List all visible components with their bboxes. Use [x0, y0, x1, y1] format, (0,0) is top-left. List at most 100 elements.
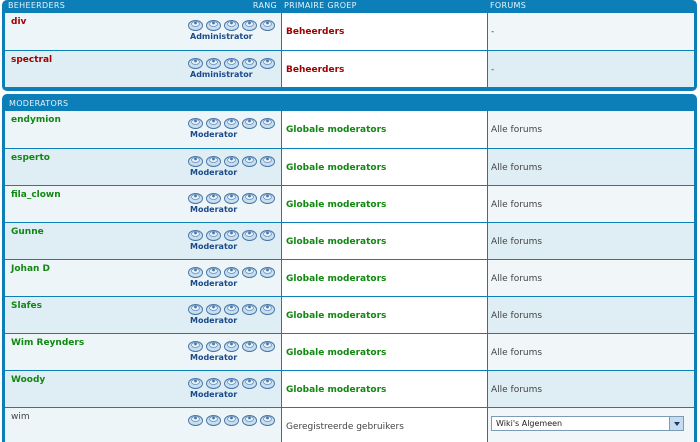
rank-badge: Moderator — [185, 265, 277, 289]
rank-badge: Moderator — [185, 154, 277, 178]
rank-badge: Moderator — [185, 302, 277, 326]
moderators-panel: MODERATORS endymion Moderator Globale mode… — [2, 94, 697, 442]
forums-value: - — [491, 65, 495, 75]
username-link[interactable]: Gunne — [11, 227, 44, 237]
username-link[interactable]: esperto — [11, 153, 50, 163]
username-link[interactable]: spectral — [11, 55, 52, 65]
administrators-panel: BEHEERDERS RANG PRIMAIRE GROEP FORUMS di… — [2, 0, 697, 91]
username-link[interactable]: Woody — [11, 375, 45, 385]
forum-select-value: Wiki's Algemeen — [496, 419, 563, 428]
rank-star-icon — [205, 154, 222, 168]
rank-star-icon — [259, 18, 276, 32]
table-row: Wim Reynders Moderator Globale moderators A… — [5, 333, 694, 370]
rank-star-icon — [223, 56, 240, 70]
group-link[interactable]: Geregistreerde gebruikers — [286, 422, 404, 432]
username-link[interactable]: div — [11, 17, 26, 27]
rank-star-icon — [205, 376, 222, 390]
rank-star-icon — [241, 376, 258, 390]
username-link[interactable]: Johan D — [11, 264, 50, 274]
rank-star-icon — [241, 339, 258, 353]
rank-star-icon — [205, 18, 222, 32]
username-link[interactable]: endymion — [11, 115, 61, 125]
rank-star-icon — [187, 339, 204, 353]
rank-star-icon — [205, 302, 222, 316]
rank-star-icon — [187, 413, 204, 427]
rank-star-icon — [187, 56, 204, 70]
group-link[interactable]: Globale moderators — [286, 237, 386, 247]
username-link[interactable]: Slafes — [11, 301, 42, 311]
user-cell: wim — [5, 408, 281, 442]
chevron-down-icon[interactable] — [669, 417, 683, 430]
group-link[interactable]: Globale moderators — [286, 385, 386, 395]
group-cell: Globale moderators — [281, 334, 487, 370]
rank-star-icon — [205, 413, 222, 427]
group-cell: Beheerders — [281, 51, 487, 87]
forums-value: Alle forums — [491, 125, 543, 135]
forums-cell: Alle forums — [487, 111, 694, 148]
header-rank: RANG — [252, 1, 277, 10]
rank-badge — [185, 413, 277, 427]
rank-star-icon — [223, 302, 240, 316]
username-link[interactable]: wim — [11, 412, 30, 422]
forums-cell: Alle forums — [487, 149, 694, 185]
rank-star-icon — [241, 228, 258, 242]
rank-badge: Moderator — [185, 191, 277, 215]
rank-star-icon — [241, 265, 258, 279]
group-cell: Globale moderators — [281, 111, 487, 148]
forums-value: Alle forums — [491, 348, 543, 358]
table-row: Gunne Moderator Globale moderators Alle for… — [5, 222, 694, 259]
rank-title: Moderator — [190, 130, 238, 139]
rank-star-icon — [205, 116, 222, 130]
group-cell: Globale moderators — [281, 149, 487, 185]
group-cell: Geregistreerde gebruikers — [281, 408, 487, 442]
user-cell: Johan D Moderator — [5, 260, 281, 296]
group-link[interactable]: Globale moderators — [286, 311, 386, 321]
rank-star-icon — [223, 265, 240, 279]
header-user: BEHEERDERS — [8, 1, 66, 10]
admin-list: div Administrator Beheerders - spectral Admin… — [5, 13, 694, 87]
group-cell: Beheerders — [281, 13, 487, 50]
table-row: spectral Administrator Beheerders - — [5, 50, 694, 87]
group-link[interactable]: Globale moderators — [286, 348, 386, 358]
forums-value: Alle forums — [491, 200, 543, 210]
moderators-heading: MODERATORS — [9, 99, 69, 108]
group-link[interactable]: Globale moderators — [286, 125, 386, 135]
group-link[interactable]: Globale moderators — [286, 163, 386, 173]
rank-star-icon — [187, 376, 204, 390]
rank-star-icon — [187, 116, 204, 130]
group-link[interactable]: Beheerders — [286, 65, 344, 75]
rank-badge: Moderator — [185, 228, 277, 252]
forum-select[interactable]: Wiki's Algemeen — [491, 416, 684, 431]
rank-star-icon — [187, 191, 204, 205]
user-cell: Woody Moderator — [5, 371, 281, 407]
rank-star-icon — [223, 339, 240, 353]
table-row: fila_clown Moderator Globale moderators All… — [5, 185, 694, 222]
group-link[interactable]: Globale moderators — [286, 200, 386, 210]
group-cell: Globale moderators — [281, 371, 487, 407]
rank-star-icon — [259, 116, 276, 130]
group-cell: Globale moderators — [281, 186, 487, 222]
header-group: PRIMAIRE GROEP — [284, 1, 357, 10]
rank-title: Administrator — [190, 32, 253, 41]
rank-title: Moderator — [190, 242, 238, 251]
group-link[interactable]: Globale moderators — [286, 274, 386, 284]
table-row: Slafes Moderator Globale moderators Alle fo… — [5, 296, 694, 333]
group-cell: Globale moderators — [281, 297, 487, 333]
forums-value: Alle forums — [491, 311, 543, 321]
forums-value: Alle forums — [491, 274, 543, 284]
rank-star-icon — [205, 339, 222, 353]
group-link[interactable]: Beheerders — [286, 27, 344, 37]
username-link[interactable]: Wim Reynders — [11, 338, 84, 348]
rank-badge: Moderator — [185, 339, 277, 363]
rank-star-icon — [187, 228, 204, 242]
table-row: div Administrator Beheerders - — [5, 13, 694, 50]
username-link[interactable]: fila_clown — [11, 190, 61, 200]
user-cell: endymion Moderator — [5, 111, 281, 148]
rank-star-icon — [241, 413, 258, 427]
user-cell: Wim Reynders Moderator — [5, 334, 281, 370]
rank-title: Moderator — [190, 353, 238, 362]
rank-star-icon — [223, 413, 240, 427]
rank-star-icon — [187, 302, 204, 316]
rank-star-icon — [259, 413, 276, 427]
table-row: Johan D Moderator Globale moderators Alle f… — [5, 259, 694, 296]
